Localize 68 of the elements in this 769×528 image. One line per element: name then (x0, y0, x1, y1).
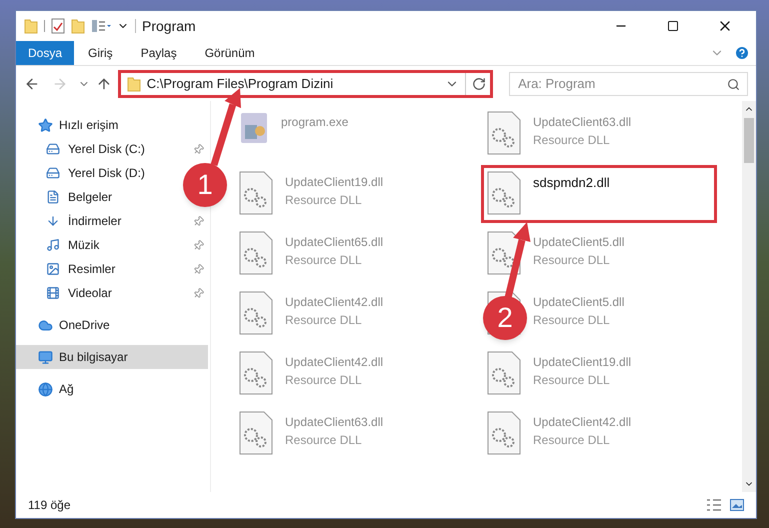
large-icons-view-icon[interactable] (730, 499, 744, 511)
picture-icon (46, 262, 60, 276)
sidebar-item[interactable]: OneDrive (16, 313, 208, 337)
sidebar-item[interactable]: Yerel Disk (D:) (16, 161, 166, 185)
up-arrow-icon[interactable] (96, 76, 112, 92)
scroll-thumb[interactable] (744, 118, 754, 163)
gear-file-icon (239, 411, 273, 455)
scrollbar[interactable] (742, 101, 756, 492)
file-type: Resource DLL (285, 372, 363, 389)
window-title: Program (142, 16, 196, 36)
sidebar-item[interactable]: Belgeler (16, 185, 166, 209)
star-icon (38, 118, 53, 132)
gear-file-icon (487, 171, 521, 215)
network-globe-icon (38, 382, 53, 396)
maximize-icon (667, 20, 679, 32)
drive-icon (46, 142, 60, 156)
search-field[interactable]: Ara: Program (509, 72, 748, 96)
ribbon-tab[interactable]: Görünüm (190, 41, 269, 65)
file-type: Resource DLL (533, 312, 611, 329)
sidebar-item[interactable]: Hızlı erişim (16, 113, 208, 137)
sidebar-item[interactable]: Bu bilgisayar (16, 345, 208, 369)
gear-file-icon (239, 171, 273, 215)
ribbon-tab[interactable]: Dosya (16, 41, 74, 65)
application-icon (239, 111, 269, 145)
new-folder-icon (71, 18, 85, 34)
help-icon[interactable] (734, 45, 750, 61)
gear-file-icon (487, 411, 521, 455)
sidebar-item[interactable]: Müzik (16, 233, 210, 257)
ribbon-tab[interactable]: Giriş (74, 41, 127, 65)
gear-file-icon (487, 351, 521, 395)
folder-icon (126, 76, 141, 92)
file-type: Resource DLL (533, 132, 611, 149)
gear-file-icon (239, 351, 273, 395)
file-type: Resource DLL (285, 432, 363, 449)
cloud-icon (38, 318, 53, 332)
document-icon (46, 190, 60, 204)
file-type: Resource DLL (533, 432, 611, 449)
sidebar-item[interactable]: Videolar (16, 281, 210, 305)
properties-icon[interactable] (91, 19, 111, 33)
checklist-icon[interactable] (51, 18, 65, 34)
address-bar[interactable]: C:\Program Files\Program Dizini (118, 70, 494, 98)
music-note-icon (46, 238, 60, 252)
back-arrow-icon[interactable] (24, 76, 40, 92)
ribbon-tab[interactable]: Paylaş (126, 41, 191, 65)
drive-icon (46, 166, 60, 180)
file-name[interactable]: sdspmdn2.dll (533, 173, 610, 192)
sidebar-item[interactable]: Ağ (16, 377, 208, 401)
file-type: Resource DLL (533, 252, 611, 269)
highlighted-file-item[interactable]: sdspmdn2.dll (481, 165, 717, 223)
sidebar-item[interactable]: Resimler (16, 257, 210, 281)
search-icon[interactable] (726, 78, 740, 90)
item-count: 119 öğe (28, 497, 72, 514)
monitor-icon (38, 350, 53, 364)
gear-file-icon (239, 291, 273, 335)
details-view-icon[interactable] (706, 499, 722, 511)
file-type: Resource DLL (285, 252, 363, 269)
address-path: C:\Program Files\Program Dizini (146, 74, 334, 93)
gear-file-icon (487, 111, 521, 155)
download-arrow-icon (46, 214, 60, 228)
file-type: Resource DLL (285, 312, 363, 329)
file-type: Resource DLL (285, 192, 363, 209)
folder-icon (24, 18, 38, 34)
film-icon (46, 286, 60, 300)
gear-file-icon (239, 231, 273, 275)
sidebar-item[interactable]: İndirmeler (16, 209, 210, 233)
sidebar-item[interactable]: Yerel Disk (C:) (16, 137, 210, 161)
refresh-icon[interactable] (472, 76, 486, 90)
file-type: Resource DLL (533, 372, 611, 389)
